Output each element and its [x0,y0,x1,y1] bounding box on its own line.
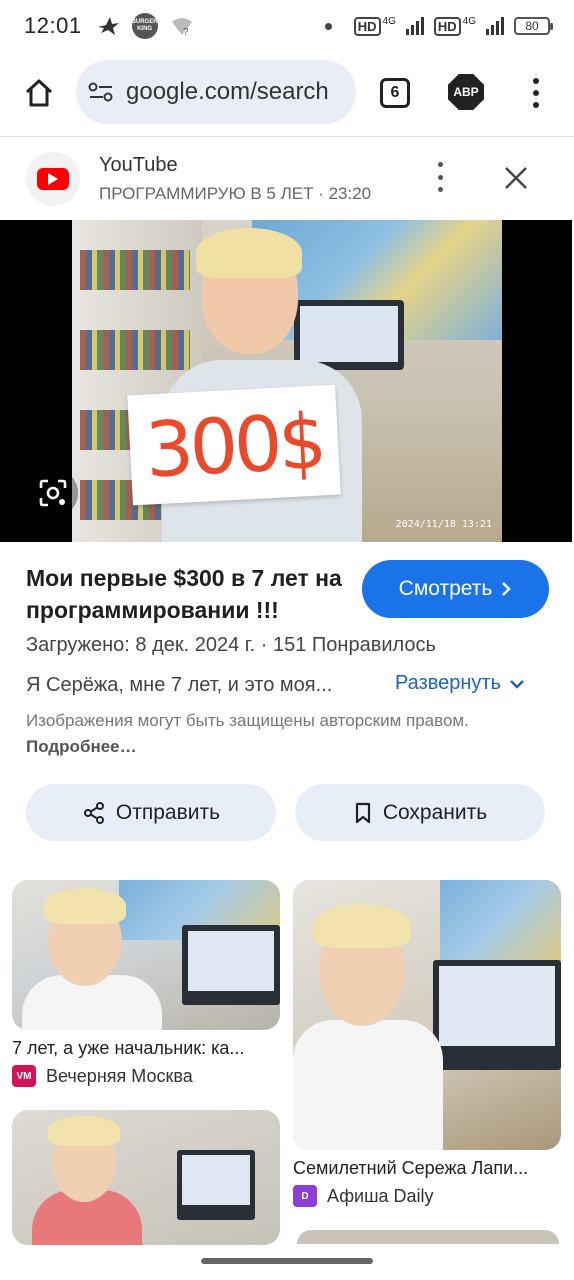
google-lens-button[interactable] [28,468,78,518]
url-text[interactable]: google.com/search [126,78,329,106]
related-thumb-1[interactable] [12,880,280,1030]
toolbar-divider [0,136,574,137]
description-snippet: Я Серёжа, мне 7 лет, и это моя... [26,674,333,696]
result-title[interactable]: Мои первые $300 в 7 лет на программирова… [26,562,346,626]
site-settings-icon[interactable] [88,81,114,103]
watch-button-label: Смотреть [398,577,493,600]
source-logo-2: D [293,1185,317,1207]
related-source-name-2: Афиша Daily [327,1185,434,1206]
youtube-logo [26,152,80,206]
network-type: 4G [382,15,396,27]
bird-icon [97,17,119,35]
boy-hair [196,228,302,278]
share-icon [83,801,104,824]
photo-date: 2024/11/18 13:21 [395,519,492,530]
copyright-notice: Изображения могут быть защищены авторски… [26,708,526,760]
status-bar: 12:01 BURGER KING ? HD 4G HD 4G 80 [0,0,574,52]
close-icon [505,167,527,189]
copyright-text: Изображения могут быть защищены авторски… [26,711,469,730]
related-thumb-3[interactable] [12,1110,280,1245]
related-thumb-2[interactable] [293,880,561,1150]
expand-label: Развернуть [395,672,502,694]
chevron-right-icon [502,582,512,596]
related-card-4[interactable] [297,1230,559,1244]
related-title-2[interactable]: Семилетний Сережа Лапи... [293,1158,561,1179]
browser-menu-button[interactable] [526,76,546,110]
source-name[interactable]: YouTube [99,154,178,177]
signal-icon [405,17,424,35]
notification-icons: BURGER KING ? [96,13,194,39]
status-time: 12:01 [24,13,82,38]
related-source-1: VM Вечерняя Москва [12,1065,280,1087]
share-label: Отправить [115,800,221,824]
lens-icon [39,479,67,507]
laptop [294,300,404,370]
bookmark-icon [355,802,370,823]
learn-more-link[interactable]: Подробнее… [26,737,137,756]
related-card-2[interactable]: Семилетний Сережа Лапи... D Афиша Daily [293,880,561,1207]
adblock-button[interactable]: ABP [448,74,484,110]
wifi-off-icon: ? [171,18,192,37]
related-thumb-4[interactable] [297,1230,559,1244]
notification-dot [324,22,332,30]
hd-badge: HD [353,16,381,36]
money-sign: 300$ [127,384,341,506]
home-icon [25,79,53,107]
status-right: HD 4G HD 4G 80 [324,15,553,36]
tab-switcher-button[interactable]: 6 [380,78,410,108]
expand-button[interactable]: Развернуть [395,672,525,695]
upload-meta: Загружено: 8 дек. 2024 г. · 151 Понравил… [26,634,436,656]
close-button[interactable] [500,162,532,194]
main-image[interactable]: 300$ 2024/11/18 13:21 [0,220,572,542]
network-type-2: 4G [462,15,476,27]
burger-king-logo: BURGER KING [131,13,158,39]
address-bar[interactable]: google.com/search [76,60,356,124]
save-button[interactable]: Сохранить [295,784,545,841]
more-options-button[interactable] [430,162,450,192]
related-card-3[interactable] [12,1110,280,1245]
battery-icon: 80 [514,17,553,35]
home-button[interactable] [20,74,58,112]
related-source-2: D Афиша Daily [293,1185,561,1207]
watch-button[interactable]: Смотреть [362,560,549,618]
share-button[interactable]: Отправить [26,784,276,841]
related-title-1[interactable]: 7 лет, а уже начальник: ка... [12,1038,280,1059]
browser-toolbar: google.com/search 6 ABP [0,56,574,134]
source-subtitle: ПРОГРАММИРУЮ В 5 ЛЕТ · 23:20 [99,184,372,203]
sign-text: 300$ [143,395,325,495]
related-source-name-1: Вечерняя Москва [46,1065,193,1086]
chevron-down-icon [510,679,524,689]
hd-badge-2: HD [433,16,461,36]
source-logo-1: VM [12,1065,36,1087]
gesture-nav-bar[interactable] [201,1258,373,1264]
source-header: YouTube ПРОГРАММИРУЮ В 5 ЛЕТ · 23:20 [0,148,574,212]
save-label: Сохранить [382,800,488,824]
related-card-1[interactable]: 7 лет, а уже начальник: ка... VM Вечерня… [12,880,280,1087]
photo: 300$ 2024/11/18 13:21 [72,220,502,542]
signal-icon-2 [486,17,504,35]
svg-text:?: ? [183,27,189,37]
